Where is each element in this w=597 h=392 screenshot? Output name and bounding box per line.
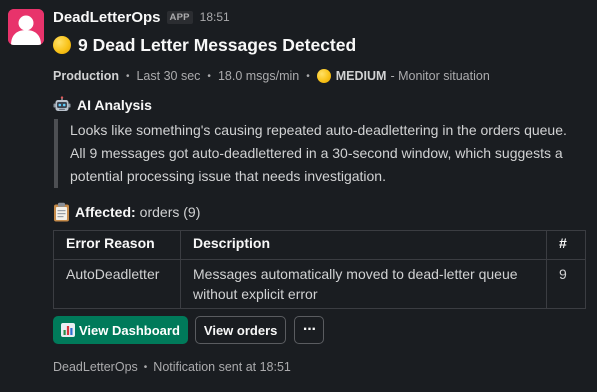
action-buttons: View Dashboard View orders ···	[53, 316, 589, 344]
more-actions-button[interactable]: ···	[294, 316, 325, 344]
table-row: AutoDeadletter Messages automatically mo…	[53, 259, 586, 309]
ai-analysis-title: AI Analysis	[77, 97, 152, 113]
cell-error-reason: AutoDeadletter	[53, 259, 181, 309]
error-table: Error Reason Description # AutoDeadlette…	[53, 230, 586, 309]
bullet-separator: •	[143, 361, 148, 373]
column-header-description: Description	[180, 230, 547, 260]
bullet-separator: •	[306, 70, 310, 82]
yellow-circle-icon	[53, 36, 71, 54]
alert-title-text: 9 Dead Letter Messages Detected	[78, 34, 357, 55]
footer-source: DeadLetterOps	[53, 360, 138, 374]
cell-description: Messages automatically moved to dead-let…	[180, 259, 547, 309]
app-name[interactable]: DeadLetterOps	[53, 9, 161, 26]
message-header: DeadLetterOps APP 18:51	[53, 6, 589, 28]
view-dashboard-label: View Dashboard	[79, 322, 180, 338]
app-badge: APP	[166, 10, 193, 24]
message-content: DeadLetterOps APP 18:51 9 Dead Letter Me…	[53, 6, 589, 374]
column-header-error-reason: Error Reason	[53, 230, 181, 260]
affected-line: Affected: orders (9)	[53, 201, 589, 223]
alert-title: 9 Dead Letter Messages Detected	[53, 33, 589, 57]
message-timestamp[interactable]: 18:51	[200, 10, 230, 24]
bullet-separator: •	[207, 70, 211, 82]
robot-icon	[53, 96, 71, 111]
bullet-separator: •	[125, 70, 130, 82]
affected-label: Affected:	[75, 204, 136, 220]
environment-label: Production	[53, 69, 119, 83]
clipboard-icon	[54, 202, 69, 222]
column-header-count: #	[546, 230, 586, 260]
app-avatar[interactable]	[8, 9, 44, 45]
severity-level: MEDIUM	[335, 69, 387, 83]
severity-action: - Monitor situation	[390, 69, 490, 83]
affected-value: orders (9)	[139, 204, 201, 220]
message-rate: 18.0 msgs/min	[217, 69, 300, 83]
ai-analysis-quote: Looks like something's causing repeated …	[54, 119, 570, 188]
bar-chart-icon	[61, 323, 75, 337]
view-orders-button[interactable]: View orders	[194, 316, 287, 344]
view-dashboard-button[interactable]: View Dashboard	[53, 316, 188, 344]
footer-status: Notification sent at 18:51	[153, 360, 291, 374]
alert-meta: Production • Last 30 sec • 18.0 msgs/min…	[53, 66, 589, 86]
severity-circle-icon	[316, 69, 331, 83]
table-header-row: Error Reason Description #	[53, 230, 586, 260]
message-footer: DeadLetterOps • Notification sent at 18:…	[53, 360, 589, 374]
ai-analysis-heading: AI Analysis	[53, 95, 589, 115]
time-window: Last 30 sec	[136, 69, 201, 83]
cell-count: 9	[546, 259, 586, 309]
